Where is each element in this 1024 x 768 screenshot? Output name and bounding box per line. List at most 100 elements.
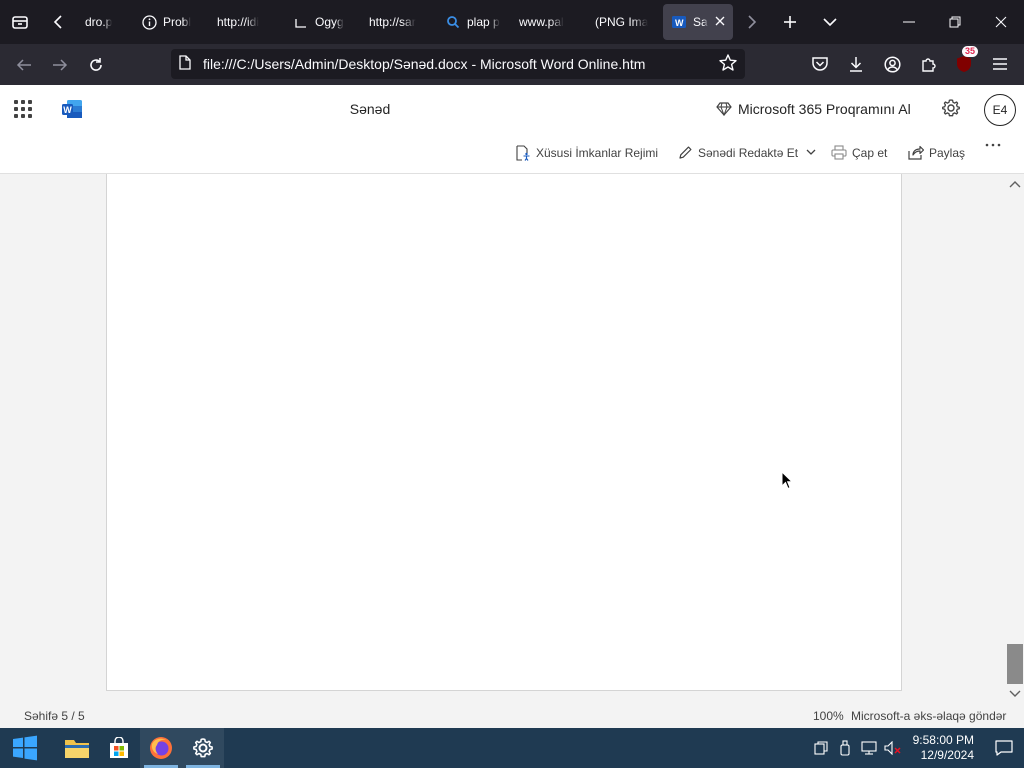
settings-gear-icon [193,738,213,758]
browser-tab[interactable]: dro.p [77,4,131,40]
tab-label: www.pal [519,15,564,29]
settings-taskbar-button[interactable] [182,728,224,768]
arrow-right-icon [53,58,68,71]
clock-time: 9:58:00 PM [912,733,974,747]
tab-label: http://sar [369,15,416,29]
tab-label: dro.p [85,15,113,29]
tab-label: plap p [467,15,500,29]
restore-icon [949,16,961,28]
store-bag-icon [110,737,128,758]
chevron-up-icon[interactable] [1009,176,1021,191]
scroll-tabs-left-button[interactable] [40,0,76,44]
chevron-right-icon [748,15,757,29]
more-horizontal-icon [985,143,1001,147]
document-title[interactable]: Sənəd [0,101,740,117]
clock-date: 12/9/2024 [920,748,974,762]
chevron-down-icon [806,149,816,155]
downloads-button[interactable] [838,48,874,80]
taskbar: 9:58:00 PM 12/9/2024 [0,728,1024,768]
page-icon [293,14,309,30]
url-bar[interactable]: file:///C:/Users/Admin/Desktop/Sənəd.doc… [171,49,745,79]
edit-document-button[interactable]: Sənədi Redaktə Et [678,145,816,160]
account-icon [883,55,901,73]
file-explorer-button[interactable] [56,728,98,768]
close-tab-icon[interactable] [715,15,725,29]
close-window-button[interactable] [978,0,1024,44]
notification-icon [995,740,1013,756]
scrollbar-thumb[interactable] [1007,644,1023,684]
clock[interactable]: 9:58:00 PM 12/9/2024 [913,733,974,763]
settings-gear-icon[interactable] [941,98,963,120]
network-icon[interactable] [857,728,881,768]
search-icon [445,14,461,30]
back-button[interactable] [6,49,42,81]
browser-tab[interactable]: Probl [133,4,207,40]
url-text: file:///C:/Users/Admin/Desktop/Sənəd.doc… [203,56,646,72]
avatar-initials: E4 [992,103,1008,117]
browser-tab[interactable]: plap p [437,4,509,40]
shield-icon [957,56,971,72]
share-icon [908,145,924,160]
mouse-cursor-icon [781,470,794,493]
app-menu-button[interactable] [982,48,1018,80]
chevron-down-icon [823,18,837,27]
download-icon [850,57,862,72]
list-all-tabs-button[interactable] [810,0,850,44]
print-button[interactable]: Çap et [831,145,887,160]
info-icon [141,14,157,30]
zoom-level[interactable]: 100% [813,709,844,723]
reload-button[interactable] [78,49,114,81]
avatar[interactable]: E4 [984,94,1016,126]
feedback-link[interactable]: Microsoft-a əks-əlaqə göndər [851,709,1006,723]
nav-toolbar: file:///C:/Users/Admin/Desktop/Sənəd.doc… [0,44,1024,85]
document-canvas[interactable] [0,174,1024,704]
action-center-button[interactable] [984,728,1024,768]
buy-m365-button[interactable]: Microsoft 365 Proqramını Al [716,101,911,117]
tab-label: Probl [163,15,192,29]
browser-tab[interactable]: www.pal [511,4,585,40]
browser-tab[interactable]: Ogyg [285,4,359,40]
account-button[interactable] [874,48,910,80]
document-page[interactable] [106,174,902,691]
browser-tab[interactable]: http://idi [209,4,283,40]
firefox-logo-icon [150,737,172,759]
folder-icon [65,740,89,758]
firefox-taskbar-button[interactable] [140,728,182,768]
minimize-button[interactable] [886,0,932,44]
firefox-view-button[interactable] [0,0,40,44]
new-tab-button[interactable] [770,0,810,44]
accessibility-mode-button[interactable]: Xüsusi İmkanlar Rejimi [515,145,658,161]
chevron-down-icon[interactable] [1009,686,1021,701]
restore-button[interactable] [932,0,978,44]
hamburger-menu-icon [993,58,1007,70]
usb-device-icon[interactable] [833,728,857,768]
page-count: Səhifə 5 / 5 [24,709,85,723]
browser-tab[interactable]: (PNG Ima [587,4,661,40]
store-button[interactable] [98,728,140,768]
svg-text:W: W [675,18,684,28]
task-view-icon[interactable] [809,728,833,768]
ublock-extension-button[interactable]: 35 [946,46,982,80]
tab-label: http://idi [217,15,260,29]
more-options-button[interactable] [985,143,1006,147]
vertical-scrollbar[interactable] [1006,174,1024,704]
accessibility-mode-label: Xüsusi İmkanlar Rejimi [536,146,659,160]
forward-button[interactable] [42,49,78,81]
scroll-tabs-right-button[interactable] [734,0,770,44]
volume-muted-icon[interactable] [881,728,905,768]
word-icon: W [671,14,687,30]
browser-tab[interactable]: http://sar [361,4,435,40]
bookmark-star-icon[interactable] [719,54,737,74]
share-button[interactable]: Paylaş [908,145,965,160]
pocket-button[interactable] [802,48,838,80]
start-button[interactable] [0,728,50,768]
tab-strip: dro.p Probl http://idi Ogyg http://sar p… [0,0,1024,44]
file-icon [179,55,191,73]
printer-icon [831,145,847,160]
diamond-icon [716,102,732,116]
extensions-button[interactable] [910,48,946,80]
word-header: W Sənəd Microsoft 365 Proqramını Al E4 [0,85,1024,133]
browser-tab-active[interactable]: W Sa [663,4,733,40]
puzzle-icon [922,58,936,72]
reload-icon [90,57,102,71]
